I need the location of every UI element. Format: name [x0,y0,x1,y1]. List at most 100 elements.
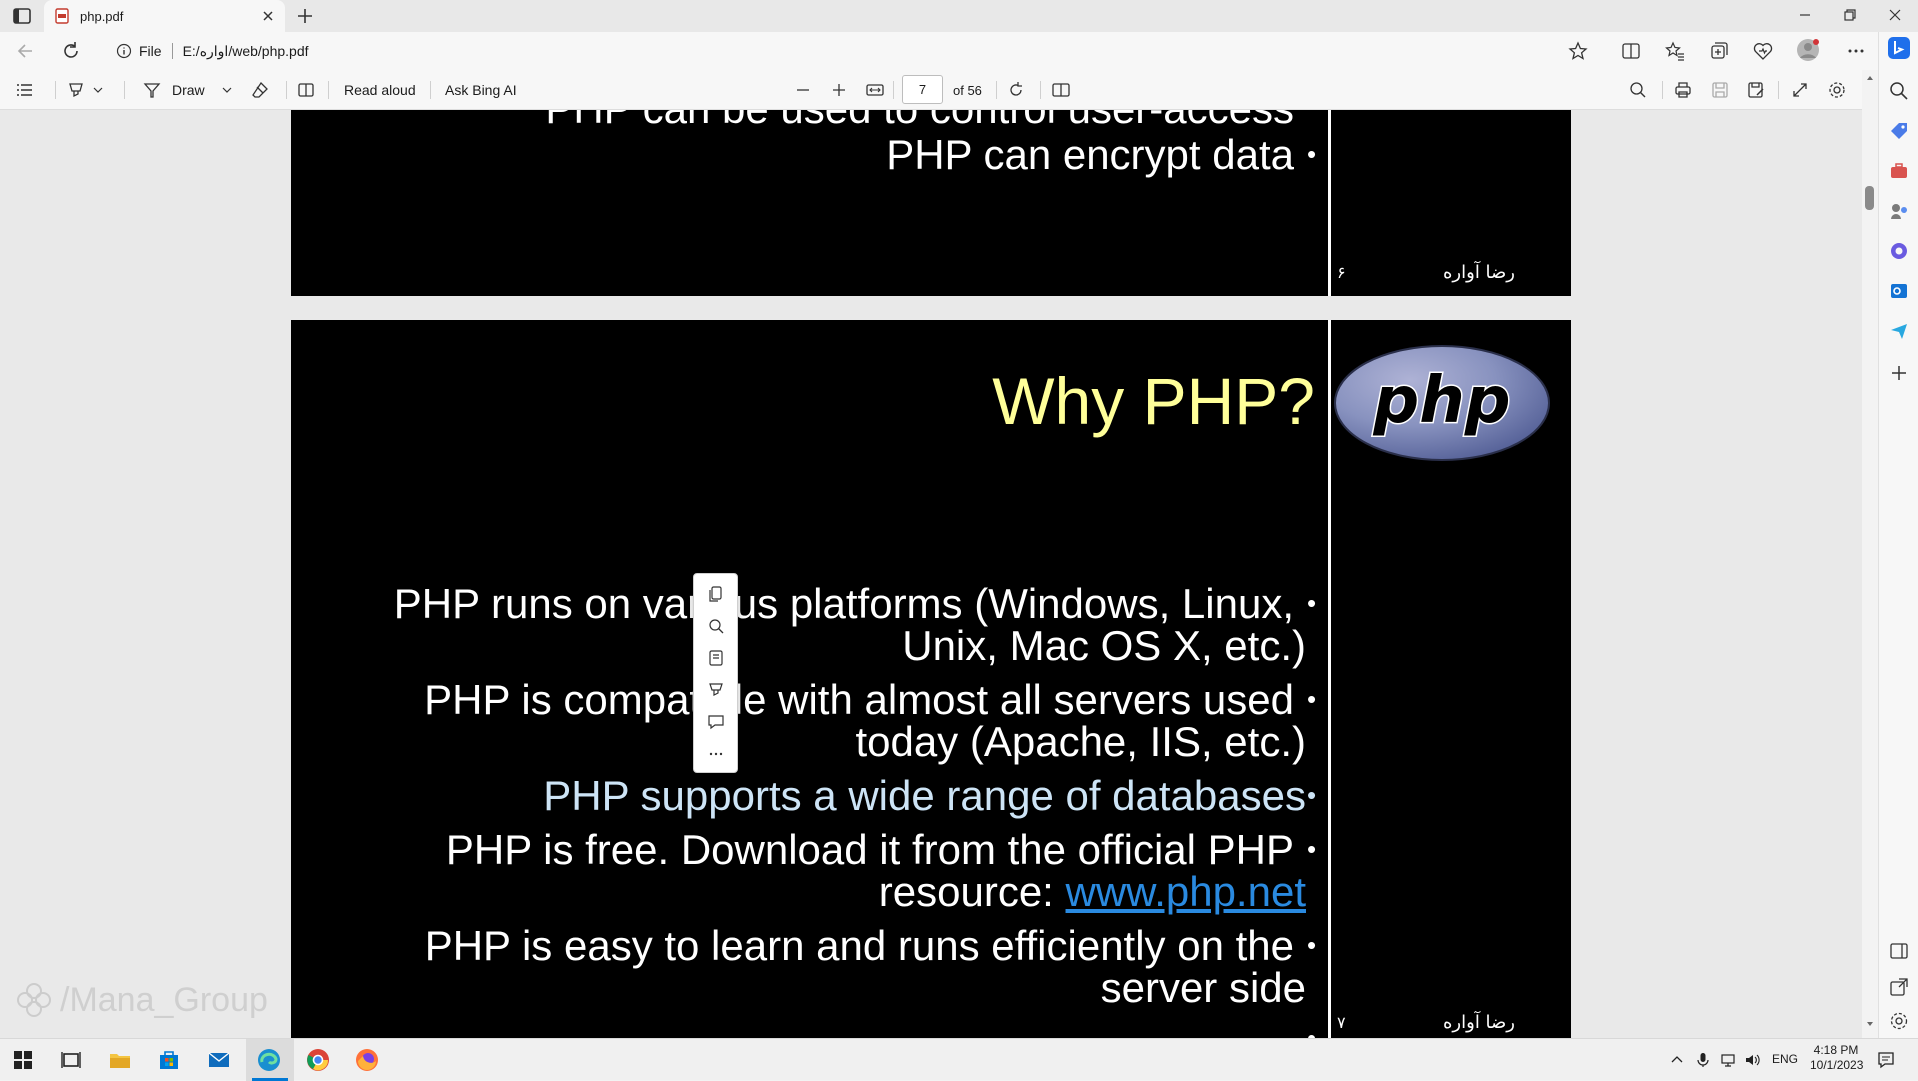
favorite-star-icon[interactable] [1567,40,1589,62]
split-screen-icon[interactable] [1620,40,1642,62]
info-icon[interactable] [116,43,132,59]
slide-footer-author: رضا آواره [1443,1012,1515,1033]
settings-gear-icon[interactable] [1827,79,1847,101]
more-actions-icon[interactable] [707,745,725,763]
slide-bullet-text-selected[interactable]: PHP supports a wide range of databases [543,775,1306,817]
save-icon[interactable] [1710,79,1730,101]
url-box[interactable]: File E:/اواره/web/php.pdf [110,36,1595,66]
games-icon[interactable] [1888,200,1910,222]
comment-icon[interactable] [707,713,725,731]
more-options-icon[interactable] [1845,40,1867,62]
print-icon[interactable] [1673,79,1693,101]
slide-bullet-text: PHP runs on various platforms (Windows, … [393,580,1294,627]
restore-icon[interactable] [1841,6,1859,24]
office-icon[interactable] [1888,240,1910,262]
save-as-icon[interactable] [1746,79,1766,101]
scroll-up-arrow-icon[interactable] [1866,74,1874,82]
contents-icon[interactable] [15,79,35,101]
pdf-viewer[interactable]: PHP can be used to control user-access P… [0,110,1878,1038]
firefox-icon[interactable] [354,1047,380,1073]
zoom-out-icon[interactable] [793,79,813,101]
bullet-dot: • [1307,588,1317,618]
toolbar-divider [328,81,329,99]
external-link-icon[interactable] [1888,976,1910,998]
eraser-icon[interactable] [250,79,270,101]
scrollbar-thumb[interactable] [1865,186,1874,210]
search-icon[interactable] [1628,79,1648,101]
bullet-dot: • [1307,930,1317,960]
notifications-icon[interactable] [1876,1050,1896,1070]
input-language[interactable]: ENG [1772,1052,1798,1066]
close-window-icon[interactable] [1886,6,1904,24]
edge-sidebar [1878,32,1918,1038]
url-scheme-label: File [139,43,162,59]
page-number-input[interactable]: 7 [902,75,943,104]
send-icon[interactable] [1888,320,1910,342]
back-icon[interactable] [14,40,36,62]
bing-copilot-icon[interactable] [1887,36,1911,60]
microphone-icon[interactable] [1694,1051,1712,1069]
slide-divider-line [1328,110,1331,296]
mail-icon[interactable] [206,1047,232,1073]
edge-browser-icon[interactable] [256,1047,282,1073]
vertical-scrollbar[interactable] [1862,70,1878,1038]
profile-avatar-icon[interactable] [1796,38,1820,62]
slide-page-6: PHP can be used to control user-access P… [291,110,1571,296]
shopping-tag-icon[interactable] [1888,120,1910,142]
fit-to-width-icon[interactable] [865,79,885,101]
tab-strip: php.pdf [0,0,1918,32]
close-tab-icon[interactable] [261,9,275,23]
highlight-button[interactable] [66,79,104,101]
hide-sidebar-icon[interactable] [1888,940,1910,962]
task-view-icon[interactable] [58,1047,84,1073]
add-text-icon[interactable] [296,79,316,101]
page-view-icon[interactable] [1051,79,1071,101]
highlight-selection-icon[interactable] [707,681,725,699]
slide-bullet-text: PHP is free. Download it from the offici… [445,826,1294,873]
chevron-down-icon[interactable] [92,80,104,100]
search-selection-icon[interactable] [707,617,725,635]
url-text[interactable]: E:/اواره/web/php.pdf [183,43,309,60]
network-icon[interactable] [1720,1051,1738,1069]
refresh-icon[interactable] [60,40,82,62]
sidebar-search-icon[interactable] [1888,80,1910,102]
favorites-icon[interactable] [1664,40,1686,62]
ask-bing-button[interactable]: Ask Bing AI [445,79,517,101]
pdf-toolbar: Draw Read aloud Ask Bing AI 7 of 56 [0,70,1878,110]
new-tab-icon[interactable] [295,6,315,26]
define-icon[interactable] [707,649,725,667]
url-divider [171,43,173,59]
scroll-down-arrow-icon[interactable] [1866,1020,1874,1028]
slide-bullet-text: PHP can be used to control user-access [545,110,1294,130]
tray-chevron-up-icon[interactable] [1668,1051,1686,1069]
file-explorer-icon[interactable] [107,1047,133,1073]
browser-tab[interactable]: php.pdf [44,0,285,32]
windows-start-icon[interactable] [10,1047,36,1073]
outlook-icon[interactable] [1888,280,1910,302]
watermark-text: /Mana_Group [60,980,268,1019]
chevron-down-icon[interactable] [221,80,233,100]
clock[interactable]: 4:18 PM 10/1/2023 [1810,1043,1863,1073]
chrome-icon[interactable] [305,1047,331,1073]
windows-taskbar: ENG 4:18 PM 10/1/2023 [0,1038,1918,1081]
tab-actions-icon[interactable] [12,7,34,25]
php-logo-text: php [1372,364,1510,438]
draw-button[interactable]: Draw [142,79,233,101]
volume-icon[interactable] [1744,1051,1762,1069]
slide-bullet-text: PHP can encrypt data [886,131,1294,178]
full-screen-icon[interactable] [1790,79,1810,101]
minimize-icon[interactable] [1796,6,1814,24]
zoom-in-icon[interactable] [829,79,849,101]
read-aloud-button[interactable]: Read aloud [344,79,416,101]
collections-icon[interactable] [1708,40,1730,62]
copy-icon[interactable] [707,585,725,603]
bullet-dot: • [1307,684,1317,714]
bullet-dot: • [1307,1023,1317,1038]
add-sidebar-app-icon[interactable] [1888,362,1910,384]
php-net-link[interactable]: www.php.net [1066,868,1306,915]
rotate-icon[interactable] [1006,79,1026,101]
tools-briefcase-icon[interactable] [1888,160,1910,182]
sidebar-settings-icon[interactable] [1888,1010,1910,1032]
browser-essentials-icon[interactable] [1752,40,1774,62]
microsoft-store-icon[interactable] [156,1047,182,1073]
